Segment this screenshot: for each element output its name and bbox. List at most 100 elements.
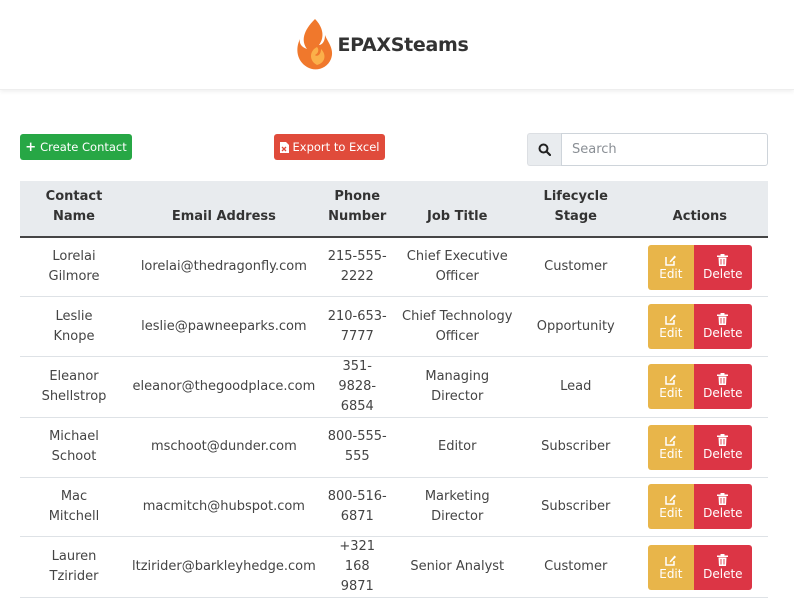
trash-icon (717, 493, 729, 506)
create-contact-button[interactable]: + Create Contact (20, 134, 132, 160)
phone-number: 215-555-2222 (319, 237, 395, 298)
create-contact-label: Create Contact (40, 140, 127, 154)
table-row: Leslie Knope leslie@pawneeparks.com 210-… (20, 296, 768, 357)
toolbar: + Create Contact Export to Excel (0, 90, 794, 178)
actions-cell: Edit Delete (631, 296, 768, 357)
job-title: Chief Technology Officer (394, 296, 520, 357)
delete-label: Delete (703, 326, 743, 341)
contact-name: Leslie Knope (20, 296, 128, 357)
actions-cell: Edit Delete (631, 477, 768, 538)
table-body: Lorelai Gilmore lorelai@thedragonfly.com… (20, 237, 768, 599)
contact-name: Eleanor Shellstrop (20, 356, 128, 418)
table-header: Contact Name Email Address Phone Number … (20, 181, 768, 238)
contact-name: Lauren Tzirider (20, 536, 128, 599)
contact-name: Mac Mitchell (20, 477, 128, 538)
edit-icon (665, 435, 676, 446)
delete-button[interactable]: Delete (693, 244, 752, 290)
email-address: mschoot@dunder.com (128, 417, 320, 478)
contact-name: Lorelai Gilmore (20, 237, 128, 298)
search-input[interactable] (561, 133, 768, 166)
edit-button[interactable]: Edit (647, 304, 694, 350)
edit-label: Edit (659, 566, 683, 581)
contact-name-text: Leslie Knope (53, 308, 95, 344)
edit-label: Edit (659, 326, 683, 341)
trash-icon (717, 373, 729, 386)
edit-button[interactable]: Edit (647, 424, 694, 470)
job-title: Chief Executive Officer (394, 237, 520, 298)
phone-number: 800-516-6871 (319, 477, 395, 538)
phone-number-text: 351-9828-6854 (338, 358, 377, 414)
search-icon (538, 143, 551, 156)
email-address: eleanor@thegoodplace.com (128, 356, 320, 418)
export-excel-button[interactable]: Export to Excel (274, 134, 385, 160)
file-excel-icon (279, 141, 289, 153)
delete-button[interactable]: Delete (693, 544, 752, 590)
delete-button[interactable]: Delete (693, 364, 752, 410)
header-email: Email Address (128, 181, 320, 238)
contact-name-text: Mac Mitchell (48, 488, 100, 524)
phone-number-text: 215-555-2222 (327, 249, 387, 285)
app-header: EPAXSteams (0, 0, 794, 90)
trash-icon (717, 433, 729, 446)
edit-button[interactable]: Edit (647, 544, 694, 590)
phone-number: 800-555-555 (319, 417, 395, 478)
contact-name-text: Michael Schoot (49, 429, 99, 465)
job-title: Editor (394, 417, 520, 478)
delete-label: Delete (703, 566, 743, 581)
edit-label: Edit (659, 386, 683, 401)
trash-icon (717, 253, 729, 266)
delete-label: Delete (703, 446, 743, 461)
lifecycle-stage: Opportunity (519, 296, 632, 357)
actions-cell: Edit Delete (631, 417, 768, 478)
table-row: Lauren Tzirider ltzirider@barkleyhedge.c… (20, 536, 768, 599)
actions-cell: Edit Delete (631, 536, 768, 599)
row-actions: Edit Delete (636, 244, 764, 290)
header-lifecycle: Lifecycle Stage (519, 181, 632, 238)
table-row: Lorelai Gilmore lorelai@thedragonfly.com… (20, 237, 768, 298)
edit-button[interactable]: Edit (647, 484, 694, 530)
plus-icon: + (25, 139, 37, 155)
phone-number-text: 800-555-555 (327, 429, 387, 465)
contacts-table: Contact Name Email Address Phone Number … (20, 181, 768, 599)
table-row: Eleanor Shellstrop eleanor@thegoodplace.… (20, 356, 768, 418)
table-row: Mac Mitchell macmitch@hubspot.com 800-51… (20, 477, 768, 538)
phone-number: 210-653-7777 (319, 296, 395, 357)
delete-button[interactable]: Delete (693, 484, 752, 530)
edit-label: Edit (659, 266, 683, 281)
brand-logo[interactable]: EPAXSteams (295, 17, 469, 73)
lifecycle-stage: Customer (519, 536, 632, 599)
edit-button[interactable]: Edit (647, 244, 694, 290)
email-address: leslie@pawneeparks.com (128, 296, 320, 357)
edit-icon (665, 494, 676, 506)
job-title-text: Editor (437, 439, 477, 455)
delete-label: Delete (703, 266, 743, 281)
search-group (527, 133, 768, 166)
edit-icon (665, 555, 676, 566)
row-actions: Edit Delete (636, 484, 764, 530)
edit-label: Edit (659, 506, 683, 521)
edit-button[interactable]: Edit (647, 364, 694, 410)
contact-name-text: Lorelai Gilmore (48, 249, 100, 285)
edit-icon (665, 255, 676, 266)
flame-icon (297, 18, 333, 69)
phone-number-text: +321 168 9871 (339, 539, 376, 595)
delete-label: Delete (703, 506, 743, 521)
phone-number: +321 168 9871 (319, 536, 395, 599)
contact-name-text: Lauren Tzirider (49, 549, 99, 585)
contact-name: Michael Schoot (20, 417, 128, 478)
job-title-text: Senior Analyst (410, 559, 505, 575)
brand-name: EPAXSteams (337, 33, 469, 56)
phone-number-text: 210-653-7777 (327, 308, 387, 344)
job-title: Marketing Director (394, 477, 520, 538)
job-title: Senior Analyst (394, 536, 520, 599)
job-title-text: Chief Technology Officer (402, 308, 513, 344)
lifecycle-stage: Subscriber (519, 477, 632, 538)
header-phone: Phone Number (319, 181, 395, 238)
phone-number: 351-9828-6854 (319, 356, 395, 418)
contact-name-text: Eleanor Shellstrop (41, 368, 107, 404)
delete-button[interactable]: Delete (693, 424, 752, 470)
edit-icon (665, 374, 676, 386)
delete-label: Delete (703, 386, 743, 401)
job-title-text: Managing Director (425, 368, 490, 404)
delete-button[interactable]: Delete (693, 304, 752, 350)
